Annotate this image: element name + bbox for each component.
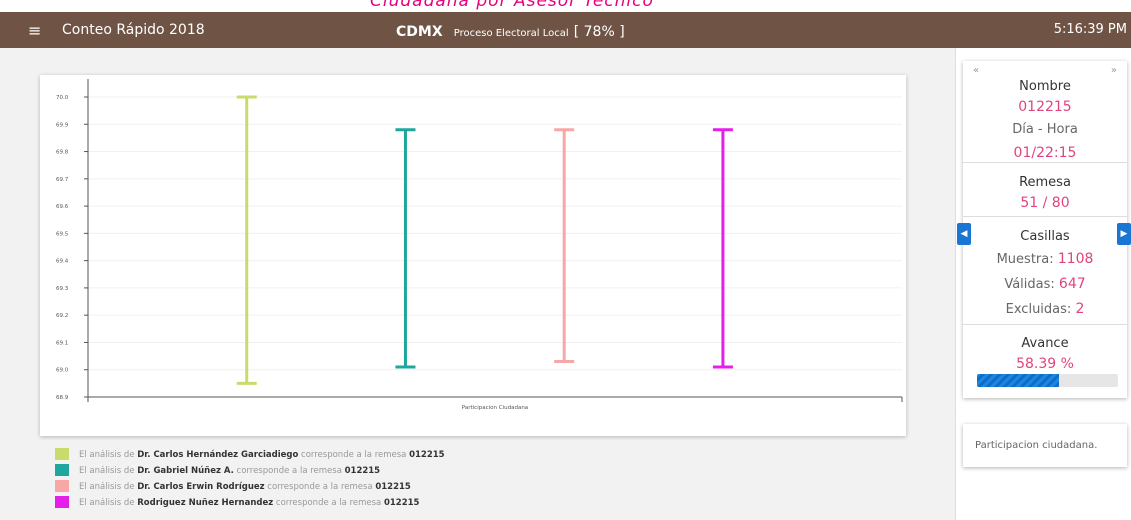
next-chevron-icon[interactable]: » [1111, 65, 1117, 76]
errorbar-chart: 70.0 69.9 69.8 69.7 69.6 69.5 69.4 69.3 69.2 69.1… [56, 79, 903, 411]
excluidas-value: 2 [1075, 301, 1085, 317]
excluidas-label: Excluidas: [1005, 302, 1072, 317]
remesa-section: Remesa 51 / 80 [963, 163, 1127, 217]
y-tick-label: 69.6 [56, 204, 69, 210]
left-arrow-icon[interactable]: ◀ [957, 223, 971, 245]
legend-remesa: 012215 [344, 466, 381, 476]
legend-analyst-name: Dr. Carlos Erwin Rodríguez [137, 482, 265, 492]
legend-swatch [55, 496, 69, 508]
legend-swatch [55, 480, 69, 492]
y-tick-label: 69.3 [56, 286, 69, 292]
avance-label: Avance [1021, 336, 1069, 351]
validas-label: Válidas: [1004, 277, 1055, 292]
dia-hora-value: 01/22:15 [1013, 145, 1077, 161]
nav-process: Proceso Electoral Local [453, 28, 569, 39]
legend-text: El análisis de Dr. Gabriel Núñez A. corr… [79, 466, 381, 476]
avance-value: 58.39 % [1016, 356, 1074, 372]
muestra-value: 1108 [1057, 251, 1094, 267]
y-tick-label: 69.4 [56, 259, 69, 265]
legend-analyst-name: Dr. Gabriel Núñez A. [137, 466, 234, 476]
legend-analyst-name: Dr. Carlos Hernández Garciadiego [137, 450, 299, 460]
y-tick-label: 70.0 [56, 95, 69, 101]
remesa-value: 51 / 80 [1020, 195, 1070, 211]
x-category-label: Participacion Ciudadana [462, 405, 528, 411]
validas-row: Válidas: 647 [963, 272, 1127, 297]
remesa-info-card: « » Nombre 012215 Día - Hora 01/22:15 Re… [963, 61, 1127, 398]
nombre-section: Nombre 012215 Día - Hora 01/22:15 [963, 61, 1127, 163]
note-text: Participacion ciudadana. [975, 440, 1098, 451]
legend-remesa: 012215 [375, 482, 411, 492]
legend-remesa: 012215 [383, 498, 420, 508]
dia-hora-label: Día - Hora [1012, 122, 1078, 137]
muestra-label: Muestra: [996, 252, 1054, 267]
nav-state: CDMX [396, 24, 443, 40]
y-tick-label: 69.0 [56, 368, 69, 374]
banner-text: Ciudadana por Asesor Técnico [370, 0, 654, 11]
avance-progress-bar [977, 374, 1118, 387]
casillas-label: Casillas [1020, 229, 1070, 244]
y-tick-label: 69.1 [56, 340, 68, 346]
right-arrow-icon[interactable]: ▶ [1117, 223, 1131, 245]
y-tick-label: 69.5 [56, 231, 69, 237]
legend-swatch [55, 448, 69, 460]
hamburger-icon[interactable]: ≡ [28, 21, 41, 40]
legend-text: El análisis de Dr. Carlos Hernández Garc… [79, 450, 445, 460]
app-title: Conteo Rápido 2018 [62, 22, 205, 38]
legend-analyst-name: Rodriguez Nuñez Hernandez [137, 498, 274, 508]
y-tick-label: 68.9 [56, 395, 69, 401]
chart-card: 70.0 69.9 69.8 69.7 69.6 69.5 69.4 69.3 69.2 69.1… [40, 75, 906, 436]
casillas-section: Casillas Muestra: 1108 Válidas: 647 Excl… [963, 217, 1127, 325]
note-card: Participacion ciudadana. [963, 424, 1127, 467]
top-navbar: ≡ Conteo Rápido 2018 CDMX Proceso Electo… [0, 12, 1131, 48]
legend-text: El análisis de Rodriguez Nuñez Hernandez… [79, 498, 420, 508]
legend-remesa: 012215 [409, 450, 445, 460]
prev-chevron-icon[interactable]: « [973, 65, 979, 76]
nombre-label: Nombre [1019, 79, 1071, 94]
y-tick-label: 69.7 [56, 177, 69, 183]
muestra-row: Muestra: 1108 [963, 247, 1127, 272]
excluidas-row: Excluidas: 2 [963, 297, 1127, 322]
avance-progress-fill [977, 374, 1060, 387]
legend-swatch [55, 464, 69, 476]
y-tick-label: 69.2 [56, 313, 68, 319]
validas-value: 647 [1058, 276, 1086, 292]
nav-progress: [ 78% ] [573, 24, 625, 40]
page-banner: Ciudadana por Asesor Técnico [0, 0, 1131, 12]
y-tick-label: 69.8 [56, 150, 69, 156]
legend-text: El análisis de Dr. Carlos Erwin Rodrígue… [79, 482, 411, 492]
nav-clock: 5:16:39 PM [1053, 22, 1127, 37]
y-tick-label: 69.9 [56, 122, 69, 128]
remesa-label: Remesa [1019, 175, 1071, 190]
nombre-value: 012215 [1018, 99, 1072, 115]
nav-process-info: CDMX Proceso Electoral Local [ 78% ] [396, 21, 625, 40]
